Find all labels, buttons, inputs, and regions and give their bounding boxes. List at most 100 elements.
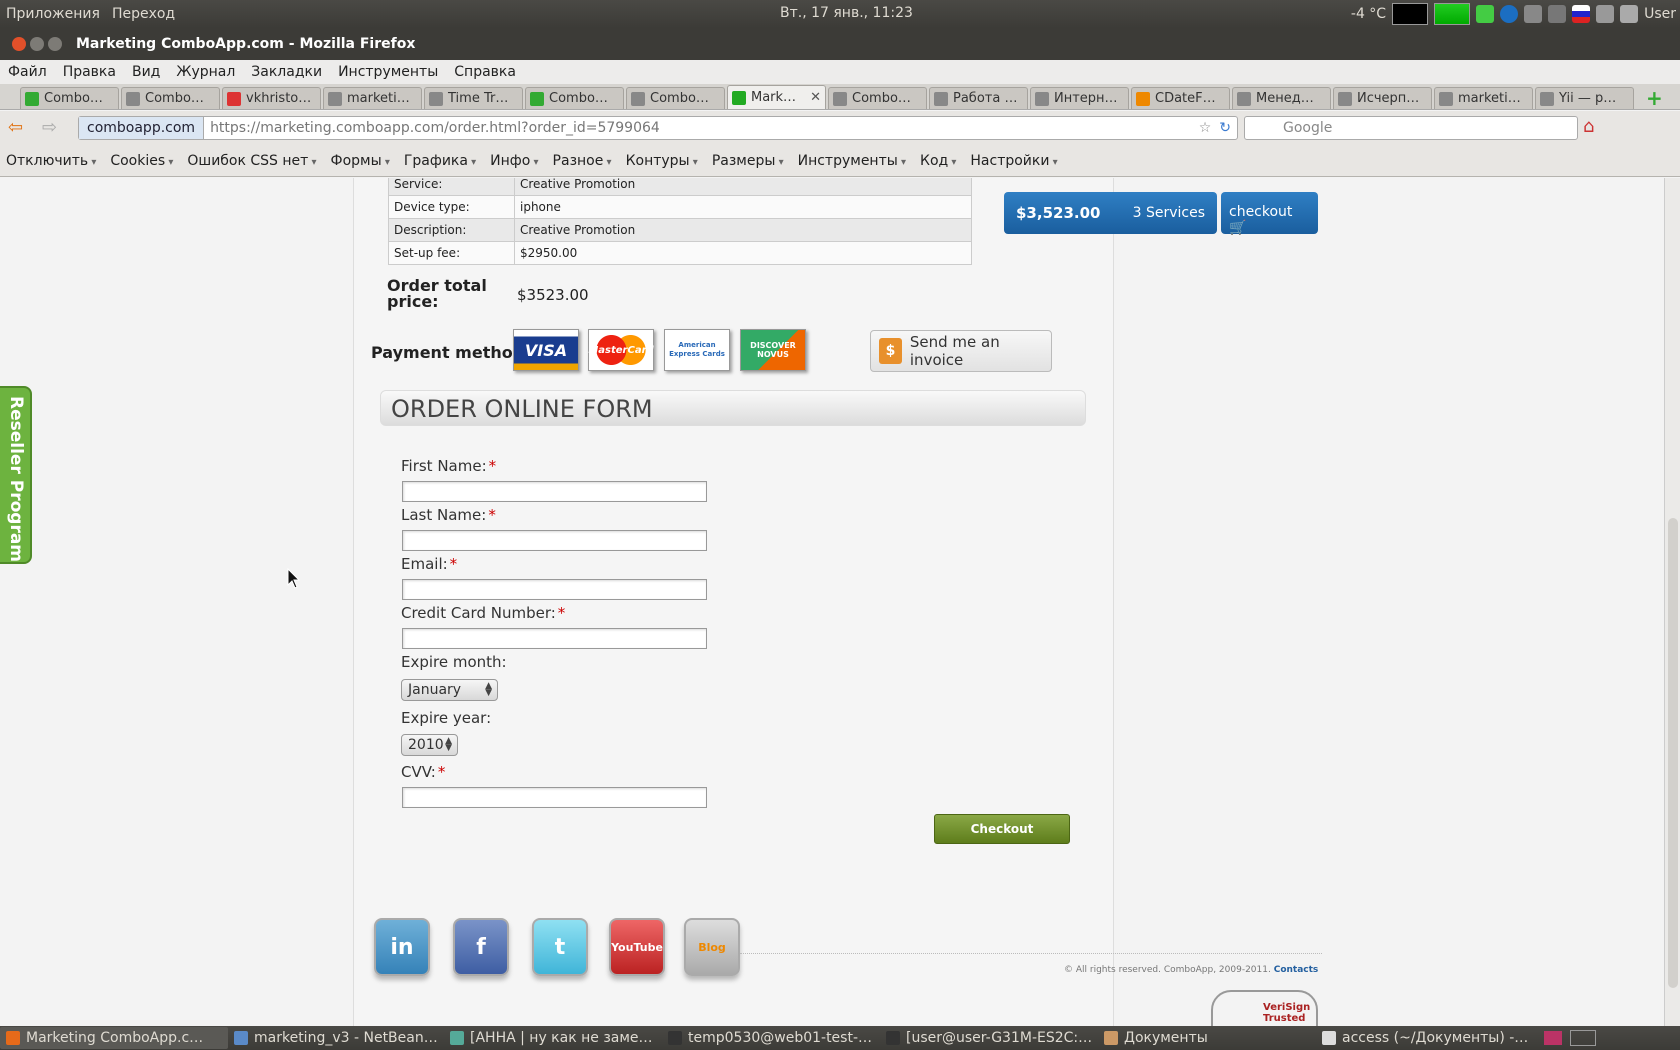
expire-month-select[interactable]: January ▲ ▼ xyxy=(401,679,498,701)
forward-arrow-icon[interactable]: ⇨ xyxy=(42,117,57,138)
volume-icon[interactable] xyxy=(1548,5,1567,23)
browser-tab[interactable]: Combo… xyxy=(525,87,624,109)
reload-icon[interactable]: ↻ xyxy=(1219,120,1231,136)
netbeans-icon xyxy=(234,1031,248,1045)
visa-card-icon[interactable]: VISA xyxy=(513,329,579,371)
misc-menu[interactable]: Разное xyxy=(553,153,612,169)
first-name-input[interactable] xyxy=(402,481,707,502)
browser-tab[interactable]: Работа … xyxy=(929,87,1028,109)
menu-bookmarks[interactable]: Закладки xyxy=(243,64,330,80)
menu-help[interactable]: Справка xyxy=(446,64,524,80)
network-icon[interactable] xyxy=(1596,5,1615,23)
keyboard-icon[interactable] xyxy=(1524,5,1543,23)
cvv-input[interactable] xyxy=(402,787,707,808)
mastercard-icon[interactable]: MasterCard xyxy=(588,329,654,371)
credit-card-input[interactable] xyxy=(402,628,707,649)
applications-menu[interactable]: Приложения xyxy=(0,6,106,22)
menu-view[interactable]: Вид xyxy=(124,64,168,80)
browser-tab[interactable]: Combo… xyxy=(828,87,927,109)
hp-icon[interactable] xyxy=(1500,5,1519,23)
cookies-menu[interactable]: Cookies xyxy=(110,153,173,169)
browser-tab-active[interactable]: Mark… ✕ xyxy=(727,85,826,109)
home-icon[interactable]: ⌂ xyxy=(1583,116,1594,137)
system-clock[interactable]: Вт., 17 янв., 11:23 xyxy=(780,5,913,21)
menu-tools[interactable]: Инструменты xyxy=(330,64,446,80)
scrollbar-thumb[interactable] xyxy=(1668,518,1678,988)
disable-menu[interactable]: Отключить xyxy=(6,153,96,169)
browser-tab[interactable]: marketi… xyxy=(1434,87,1533,109)
youtube-icon[interactable]: YouTube xyxy=(609,918,665,976)
options-menu[interactable]: Настройки xyxy=(970,153,1057,169)
forms-menu[interactable]: Формы xyxy=(331,153,390,169)
browser-tab[interactable]: CDateF… xyxy=(1131,87,1230,109)
tools-menu[interactable]: Инструменты xyxy=(798,153,906,169)
cart-summary[interactable]: $3,523.00 3 Services xyxy=(1004,192,1217,234)
messaging-icon[interactable] xyxy=(1620,5,1639,23)
send-invoice-button[interactable]: $ Send me an invoice xyxy=(870,330,1052,372)
new-tab-icon[interactable]: + xyxy=(1646,87,1663,109)
taskbar-item-netbeans[interactable]: marketing_v3 - NetBean… xyxy=(228,1027,444,1049)
taskbar-item-terminal-2[interactable]: [user@user-G31M-ES2C:… xyxy=(880,1027,1098,1049)
reseller-program-tab[interactable]: Reseller Program xyxy=(0,386,32,564)
taskbar-item-chat[interactable]: [АННА | ну как не заме… xyxy=(444,1027,662,1049)
images-menu[interactable]: Графика xyxy=(404,153,476,169)
cart-checkout-button[interactable]: checkout 🛒 xyxy=(1221,192,1318,236)
maximize-window-icon[interactable] xyxy=(48,37,62,51)
url-bar[interactable]: comboapp.com https://marketing.comboapp.… xyxy=(78,116,1238,140)
system-tray: -4 °C User xyxy=(1351,2,1676,26)
facebook-icon[interactable]: f xyxy=(453,918,509,976)
blog-icon[interactable]: Blog xyxy=(684,918,740,976)
contacts-link[interactable]: Contacts xyxy=(1274,965,1319,975)
source-menu[interactable]: Код xyxy=(920,153,956,169)
last-name-input[interactable] xyxy=(402,530,707,551)
verisign-badge[interactable]: VeriSign Trusted xyxy=(1211,990,1318,1030)
search-input[interactable]: Google xyxy=(1244,116,1578,140)
email-input[interactable] xyxy=(402,579,707,600)
info-menu[interactable]: Инфо xyxy=(490,153,538,169)
web-developer-toolbar: Отключить Cookies Ошибок CSS нет Формы Г… xyxy=(0,145,1680,177)
browser-tab[interactable]: Combo… xyxy=(121,87,220,109)
amex-card-icon[interactable]: American Express Cards xyxy=(664,329,730,371)
taskbar-item-documents[interactable]: Документы xyxy=(1098,1027,1316,1049)
site-identity-badge[interactable]: comboapp.com xyxy=(79,117,205,139)
mem-graph[interactable] xyxy=(1434,3,1471,25)
security-icon[interactable] xyxy=(1476,5,1495,23)
menu-edit[interactable]: Правка xyxy=(55,64,124,80)
expire-year-select[interactable]: 2010 ▲ ▼ xyxy=(401,734,458,756)
taskbar-item-terminal-1[interactable]: temp0530@web01-test-… xyxy=(662,1027,880,1049)
browser-tab[interactable]: vkhristo… xyxy=(222,87,321,109)
close-window-icon[interactable] xyxy=(12,37,26,51)
trash-icon[interactable] xyxy=(1570,1030,1596,1046)
discover-card-icon[interactable]: DISCOVER NOVUS xyxy=(740,329,806,371)
browser-tab[interactable]: Time Tr… xyxy=(424,87,523,109)
outline-menu[interactable]: Контуры xyxy=(626,153,698,169)
workspace-switcher-icon[interactable] xyxy=(1544,1031,1562,1045)
browser-tab[interactable]: Yii — p… xyxy=(1535,87,1634,109)
css-errors-menu[interactable]: Ошибок CSS нет xyxy=(187,153,316,169)
weather-indicator[interactable]: -4 °C xyxy=(1351,6,1386,22)
checkout-button[interactable]: Checkout xyxy=(934,814,1070,844)
browser-tab[interactable]: marketi… xyxy=(323,87,422,109)
user-menu[interactable]: User xyxy=(1644,6,1676,22)
bookmark-star-icon[interactable]: ☆ xyxy=(1199,120,1212,136)
linkedin-icon[interactable]: in xyxy=(374,918,430,976)
resize-menu[interactable]: Размеры xyxy=(712,153,784,169)
url-text[interactable]: https://marketing.comboapp.com/order.htm… xyxy=(204,120,660,136)
language-flag-icon[interactable] xyxy=(1572,5,1591,23)
browser-tab[interactable]: Combo… xyxy=(626,87,725,109)
page-scrollbar[interactable] xyxy=(1664,178,1680,1040)
twitter-icon[interactable]: t xyxy=(532,918,588,976)
places-menu[interactable]: Переход xyxy=(106,6,181,22)
taskbar-item-editor[interactable]: access (~/Документы) -… xyxy=(1316,1027,1534,1049)
browser-tab[interactable]: Менед… xyxy=(1232,87,1331,109)
taskbar-item-firefox[interactable]: Marketing ComboApp.c… xyxy=(0,1027,228,1049)
minimize-window-icon[interactable] xyxy=(30,37,44,51)
menu-history[interactable]: Журнал xyxy=(168,64,243,80)
browser-tab[interactable]: Интерн… xyxy=(1030,87,1129,109)
browser-tab[interactable]: Combo… xyxy=(20,87,119,109)
cpu-graph[interactable] xyxy=(1392,3,1429,25)
browser-tab[interactable]: Исчерп… xyxy=(1333,87,1432,109)
menu-file[interactable]: Файл xyxy=(0,64,55,80)
back-arrow-icon[interactable]: ⇦ xyxy=(8,117,23,138)
close-tab-icon[interactable]: ✕ xyxy=(810,90,821,105)
